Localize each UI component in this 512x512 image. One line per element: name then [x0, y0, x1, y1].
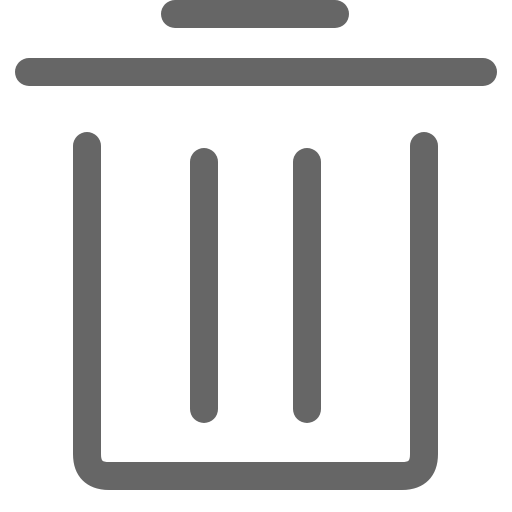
trash-icon[interactable] — [0, 0, 512, 512]
bin-body — [73, 132, 438, 490]
trash-icon-canvas — [0, 0, 512, 512]
